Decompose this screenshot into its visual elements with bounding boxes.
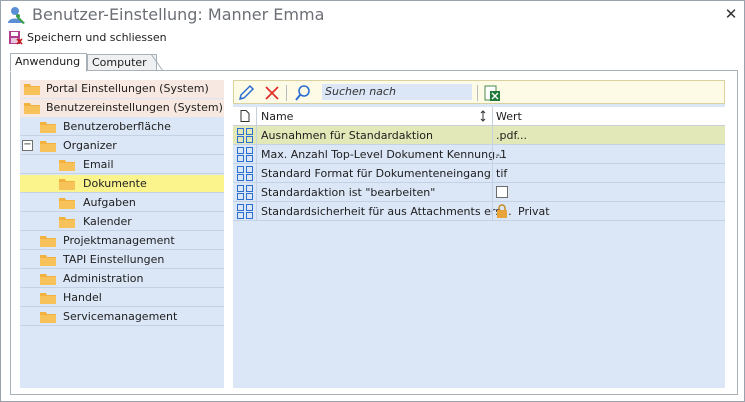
icon-column-header[interactable]	[233, 107, 257, 126]
folder-icon	[59, 217, 75, 228]
column-divider	[492, 164, 493, 182]
tree-item-portal-einstellungen[interactable]: Portal Einstellungen (System)	[20, 80, 224, 98]
setting-name: Standardsicherheit für aus Attachments e…	[261, 205, 512, 218]
setting-value[interactable]: -1	[496, 148, 507, 161]
grid-header: Name Wert	[233, 107, 725, 126]
tree-item-label: Kalender	[83, 215, 132, 228]
folder-icon	[59, 160, 75, 171]
folder-icon	[40, 255, 56, 266]
tree-item-projektmanagement[interactable]: Projektmanagement	[20, 232, 224, 250]
setting-icon	[237, 128, 253, 143]
tree-item-benutzereinstellungen[interactable]: Benutzereinstellungen (System)	[20, 99, 224, 117]
column-divider	[492, 183, 493, 201]
setting-icon	[237, 147, 253, 162]
row-icon-cell	[233, 164, 257, 182]
setting-name: Standard Format für Dokumenteneingang	[261, 167, 491, 180]
tree-item-benutzeroberflaeche[interactable]: Benutzeroberfläche	[20, 118, 224, 136]
tree-item-label: Email	[83, 158, 114, 171]
tree-item-label: Dokumente	[83, 177, 147, 190]
grid-row[interactable]: Standardsicherheit für aus Attachments e…	[233, 202, 725, 221]
tree-item-tapi-einstellungen[interactable]: TAPI Einstellungen	[20, 251, 224, 269]
title-bar: Benutzer-Einstellung: Manner Emma ✕	[1, 1, 744, 28]
tree-item-label: Organizer	[63, 139, 117, 152]
grid-row[interactable]: Max. Anzahl Top-Level Dokument Kennung..…	[233, 145, 725, 164]
tree-item-label: Benutzereinstellungen (System)	[46, 101, 223, 114]
sort-icon[interactable]	[479, 110, 487, 122]
row-icon-cell	[233, 126, 257, 144]
save-close-icon[interactable]	[8, 30, 23, 45]
tree-item-administration[interactable]: Administration	[20, 270, 224, 288]
folder-icon	[40, 293, 56, 304]
folder-icon	[59, 198, 75, 209]
folder-icon	[40, 312, 56, 323]
tree-item-kalender[interactable]: Kalender	[20, 213, 224, 231]
document-icon	[240, 110, 250, 122]
setting-value[interactable]: Privat	[518, 205, 550, 218]
tree-item-label: Handel	[63, 291, 102, 304]
column-divider	[492, 107, 493, 126]
folder-icon	[40, 141, 56, 152]
setting-checkbox[interactable]	[496, 186, 508, 198]
collapse-toggle[interactable]: −	[22, 140, 33, 151]
detail-toolbar: Suchen nach	[233, 80, 725, 104]
lock-icon	[497, 204, 507, 218]
tree-item-aufgaben[interactable]: Aufgaben	[20, 194, 224, 212]
settings-tree: Portal Einstellungen (System) Benutzerei…	[20, 80, 224, 388]
row-icon-cell	[233, 202, 257, 220]
excel-export-icon[interactable]	[483, 84, 501, 102]
setting-name: Ausnahmen für Standardaktion	[261, 129, 433, 142]
name-column-header[interactable]: Name	[261, 110, 293, 123]
tree-item-servicemanagement[interactable]: Servicemanagement	[20, 308, 224, 326]
tree-item-label: Servicemanagement	[63, 310, 178, 323]
tree-item-label: Portal Einstellungen (System)	[46, 82, 209, 95]
tab-anwendung[interactable]: Anwendung	[10, 53, 87, 72]
setting-name: Standardaktion ist "bearbeiten"	[261, 186, 436, 199]
tab-corner	[151, 54, 163, 71]
save-and-close-button[interactable]: Speichern und schliessen	[27, 31, 167, 44]
setting-value[interactable]: .pdf...	[496, 129, 527, 142]
grid-row[interactable]: Ausnahmen für Standardaktion .pdf...	[233, 126, 725, 145]
setting-value[interactable]: tif	[496, 167, 507, 180]
grid-row[interactable]: Standard Format für Dokumenteneingang ti…	[233, 164, 725, 183]
tree-item-label: Projektmanagement	[63, 234, 175, 247]
toolbar-separator	[477, 85, 478, 101]
setting-icon	[237, 185, 253, 200]
close-icon[interactable]: ✕	[723, 6, 739, 22]
setting-icon	[237, 166, 253, 181]
main-toolbar: Speichern und schliessen	[1, 28, 744, 48]
row-icon-cell	[233, 183, 257, 201]
setting-icon	[237, 204, 253, 219]
value-column-header[interactable]: Wert	[496, 110, 522, 123]
tree-item-label: Administration	[63, 272, 144, 285]
delete-icon[interactable]	[263, 84, 281, 102]
folder-icon	[24, 103, 40, 114]
tree-item-dokumente[interactable]: Dokumente	[20, 175, 224, 193]
search-icon[interactable]	[294, 84, 312, 102]
setting-name: Max. Anzahl Top-Level Dokument Kennung..…	[261, 148, 506, 161]
tree-item-organizer[interactable]: − Organizer	[20, 137, 224, 155]
folder-icon	[40, 274, 56, 285]
tree-item-label: Benutzeroberfläche	[63, 120, 171, 133]
folder-icon	[40, 122, 56, 133]
tree-item-handel[interactable]: Handel	[20, 289, 224, 307]
grid-row[interactable]: Standardaktion ist "bearbeiten"	[233, 183, 725, 202]
tree-item-label: TAPI Einstellungen	[63, 253, 165, 266]
column-divider	[492, 145, 493, 163]
folder-icon	[40, 236, 56, 247]
tree-item-label: Aufgaben	[83, 196, 136, 209]
toolbar-separator	[286, 85, 287, 101]
column-divider	[492, 126, 493, 144]
search-input[interactable]: Suchen nach	[322, 84, 472, 100]
row-icon-cell	[233, 145, 257, 163]
tree-item-email[interactable]: Email	[20, 156, 224, 174]
window-title: Benutzer-Einstellung: Manner Emma	[32, 5, 325, 24]
column-divider	[492, 202, 493, 220]
user-settings-icon	[8, 7, 25, 24]
folder-icon	[59, 179, 75, 190]
edit-icon[interactable]	[237, 84, 255, 102]
folder-icon	[24, 84, 40, 95]
